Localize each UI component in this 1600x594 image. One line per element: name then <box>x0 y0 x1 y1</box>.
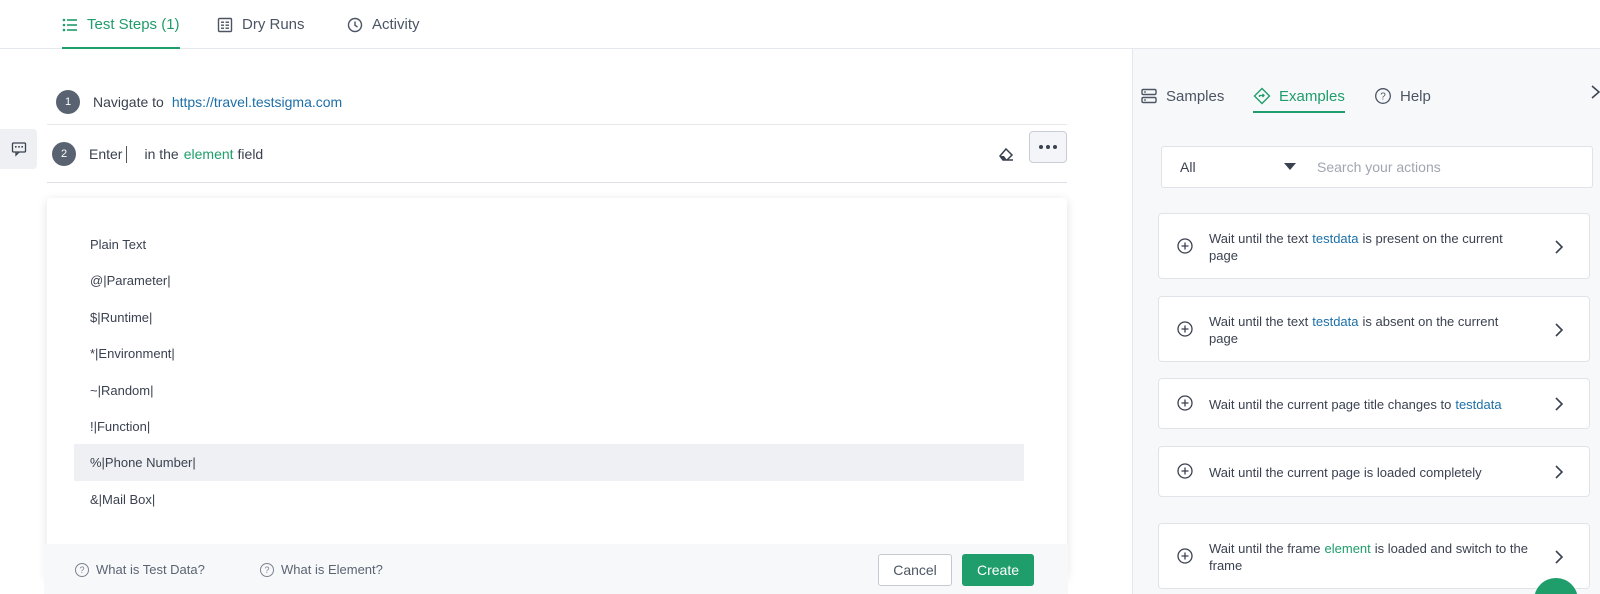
action-text: Wait until the current page title change… <box>1209 397 1452 412</box>
add-circle-icon[interactable] <box>1177 321 1193 337</box>
step-action-text: Enter <box>89 146 123 162</box>
step-editor-panel: 1 Navigate to https://travel.testsigma.c… <box>0 49 1132 594</box>
step-connector-text: in the <box>144 146 179 162</box>
search-actions-input[interactable] <box>1317 159 1577 175</box>
tab-label: Test Steps (1) <box>87 16 180 33</box>
action-text: Wait until the frame <box>1209 541 1321 556</box>
chevron-down-icon[interactable] <box>1284 163 1296 170</box>
step-url-link[interactable]: https://travel.testsigma.com <box>172 94 342 110</box>
action-description: Wait until the frame element is loaded and… <box>1209 540 1529 574</box>
help-test-data-link[interactable]: ? What is Test Data? <box>75 562 205 577</box>
chevron-right-icon <box>1555 240 1564 254</box>
tab-label: Dry Runs <box>242 16 305 33</box>
test-data-type-dropdown: Plain Text @|Parameter| $|Runtime| *|Env… <box>47 198 1067 578</box>
dropdown-option[interactable]: *|Environment| <box>74 335 1024 372</box>
tab-label: Help <box>1400 87 1431 105</box>
chevron-right-icon <box>1555 550 1564 564</box>
tab-label: Activity <box>372 16 420 33</box>
add-circle-icon[interactable] <box>1177 395 1193 411</box>
action-card[interactable]: Wait until the text testdata is absent on … <box>1158 296 1590 362</box>
dropdown-option[interactable]: &|Mail Box| <box>74 481 1024 518</box>
more-options-button[interactable] <box>1029 131 1067 163</box>
action-text: Wait until the current page is loaded co… <box>1209 465 1482 480</box>
text-cursor <box>126 145 128 163</box>
tab-label: Examples <box>1279 87 1345 105</box>
close-icon[interactable] <box>1588 85 1600 99</box>
chevron-right-icon <box>1555 323 1564 337</box>
app-root: Test Steps (1) Dry Runs Activity 1 Navig… <box>0 0 1600 594</box>
action-card[interactable]: Wait until the current page title change… <box>1158 378 1590 429</box>
testdata-token: testdata <box>1455 397 1502 412</box>
dropdown-option-highlighted[interactable]: %|Phone Number| <box>74 444 1024 481</box>
dot <box>1053 145 1057 149</box>
create-button[interactable]: Create <box>962 554 1034 586</box>
tab-test-steps[interactable]: Test Steps (1) <box>62 0 180 49</box>
cancel-button[interactable]: Cancel <box>878 554 952 586</box>
test-step-2[interactable]: 2 Enter in the element field <box>47 126 1067 183</box>
dot <box>1046 145 1050 149</box>
examples-icon <box>1253 87 1271 105</box>
testdata-token: testdata <box>1312 314 1359 329</box>
question-icon: ? <box>260 562 274 577</box>
question-icon: ? <box>75 562 89 577</box>
comment-icon <box>11 142 26 157</box>
action-card[interactable]: Wait until the text testdata is present on… <box>1158 213 1590 279</box>
top-tab-bar: Test Steps (1) Dry Runs Activity <box>0 0 1600 49</box>
report-icon <box>217 17 233 32</box>
step-suffix-text: field <box>237 146 264 162</box>
add-circle-icon[interactable] <box>1177 548 1193 564</box>
tab-dry-runs[interactable]: Dry Runs <box>217 0 305 49</box>
add-circle-icon[interactable] <box>1177 463 1193 479</box>
tab-label: Samples <box>1166 87 1225 105</box>
dropdown-option[interactable]: !|Function| <box>74 408 1024 445</box>
action-description: Wait until the current page is loaded co… <box>1209 464 1529 481</box>
clock-icon <box>347 17 363 32</box>
testdata-token: testdata <box>1312 231 1359 246</box>
action-card[interactable]: Wait until the frame element is loaded and… <box>1158 523 1590 589</box>
step-number-badge: 1 <box>56 89 80 114</box>
test-step-1[interactable]: 1 Navigate to https://travel.testsigma.c… <box>47 79 1067 125</box>
tab-activity[interactable]: Activity <box>347 0 420 49</box>
dropdown-option[interactable]: Plain Text <box>74 226 1024 263</box>
action-description: Wait until the current page title change… <box>1209 396 1529 413</box>
help-label: What is Element? <box>281 562 383 577</box>
action-filter-bar: All <box>1161 146 1593 188</box>
dot <box>1039 145 1043 149</box>
step-action-text: Navigate to <box>93 93 164 110</box>
action-card[interactable]: Wait until the current page is loaded co… <box>1158 446 1590 497</box>
actions-sidebar: Samples Examples ? Help All Search your … <box>1132 49 1600 594</box>
tab-examples[interactable]: Examples <box>1253 81 1345 113</box>
eraser-icon[interactable] <box>997 145 1015 163</box>
element-placeholder[interactable]: element <box>184 146 234 162</box>
list-icon <box>62 18 77 31</box>
tab-samples[interactable]: Samples <box>1140 81 1224 111</box>
help-element-link[interactable]: ? What is Element? <box>260 562 383 577</box>
help-icon: ? <box>1375 88 1391 104</box>
action-text: Wait until the text <box>1209 314 1309 329</box>
action-description: Wait until the text testdata is absent on … <box>1209 313 1529 347</box>
samples-icon <box>1141 88 1157 104</box>
svg-text:?: ? <box>1380 92 1386 103</box>
dropdown-option[interactable]: @|Parameter| <box>74 262 1024 299</box>
help-label: What is Test Data? <box>96 562 205 577</box>
chevron-right-icon <box>1555 465 1564 479</box>
chevron-right-icon <box>1555 397 1564 411</box>
category-select[interactable]: All <box>1180 159 1196 175</box>
add-circle-icon[interactable] <box>1177 238 1193 254</box>
action-description: Wait until the text testdata is present on… <box>1209 230 1529 264</box>
action-text: Wait until the text <box>1209 231 1309 246</box>
element-token: element <box>1324 541 1371 556</box>
dropdown-option[interactable]: ~|Random| <box>74 372 1024 409</box>
step-editor-footer: ? What is Test Data? ? What is Element? … <box>44 544 1068 594</box>
comment-toggle-button[interactable] <box>0 129 37 169</box>
tab-help[interactable]: ? Help <box>1374 81 1431 111</box>
step-number-badge: 2 <box>52 142 76 166</box>
dropdown-option[interactable]: $|Runtime| <box>74 299 1024 336</box>
